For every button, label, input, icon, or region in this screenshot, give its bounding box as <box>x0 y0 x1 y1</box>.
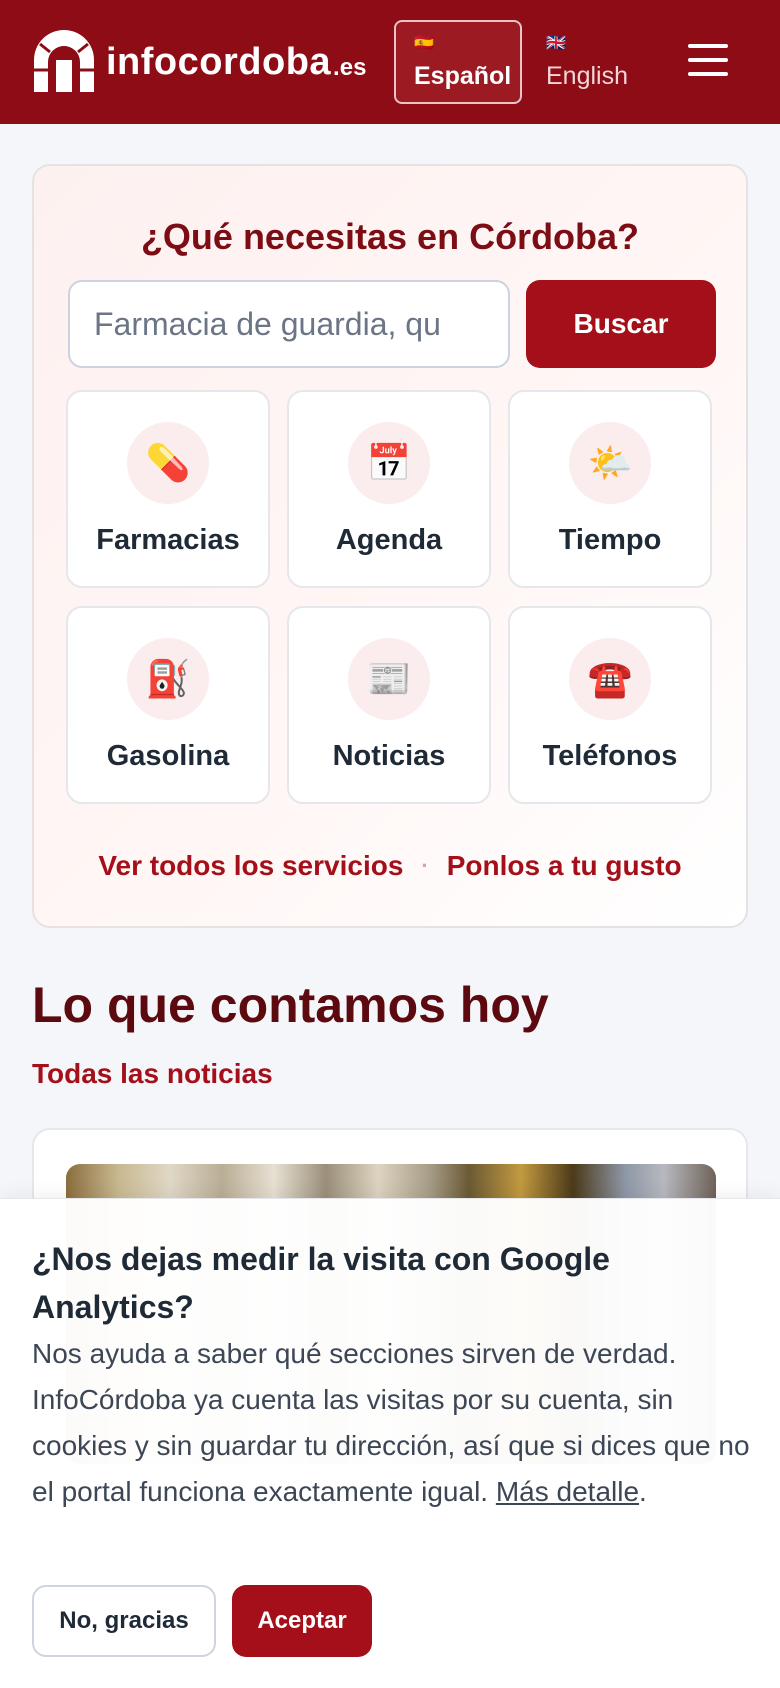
telephone-icon: ☎️ <box>569 638 651 720</box>
tile-telefonos[interactable]: ☎️ Teléfonos <box>508 606 712 804</box>
weather-icon: 🌤️ <box>569 422 651 504</box>
site-logo[interactable]: infocordoba .es <box>30 30 366 94</box>
language-label: English <box>546 61 628 90</box>
services-card: ¿Qué necesitas en Córdoba? Buscar 💊 Farm… <box>32 164 748 928</box>
tile-label: Farmacias <box>96 524 240 556</box>
customize-services-link[interactable]: Ponlos a tu gusto <box>447 850 682 882</box>
calendar-icon: 📅 <box>348 422 430 504</box>
decline-analytics-button[interactable]: No, gracias <box>32 1585 216 1657</box>
all-services-link[interactable]: Ver todos los servicios <box>98 850 403 882</box>
tile-gasolina[interactable]: ⛽ Gasolina <box>66 606 270 804</box>
fuel-pump-icon: ⛽ <box>127 638 209 720</box>
menu-bar <box>688 58 728 62</box>
services-links: Ver todos los servicios · Ponlos a tu gu… <box>34 850 746 882</box>
tile-agenda[interactable]: 📅 Agenda <box>287 390 491 588</box>
all-news-link[interactable]: Todas las noticias <box>32 1058 273 1090</box>
uk-flag-icon: 🇬🇧 <box>546 34 566 52</box>
menu-bar <box>688 44 728 48</box>
tile-label: Teléfonos <box>542 740 678 772</box>
cookie-consent-banner: ¿Nos dejas medir la visita con Google An… <box>0 1198 780 1688</box>
tile-noticias[interactable]: 📰 Noticias <box>287 606 491 804</box>
news-section-title: Lo que contamos hoy <box>32 977 549 1033</box>
cookie-description: Nos ayuda a saber qué secciones sirven d… <box>32 1331 752 1515</box>
logo-arch-icon <box>34 30 94 92</box>
top-header: infocordoba .es 🇪🇸 Español 🇬🇧 English <box>0 0 780 124</box>
language-spanish-button[interactable]: 🇪🇸 Español <box>394 20 522 104</box>
more-detail-link[interactable]: Más detalle <box>496 1476 639 1507</box>
spain-flag-icon: 🇪🇸 <box>414 34 434 52</box>
tile-tiempo[interactable]: 🌤️ Tiempo <box>508 390 712 588</box>
pill-icon: 💊 <box>127 422 209 504</box>
cookie-text-end: . <box>639 1476 647 1507</box>
search-button[interactable]: Buscar <box>526 280 716 368</box>
link-separator: · <box>421 853 429 878</box>
logo-text: infocordoba <box>106 40 332 83</box>
language-label: Español <box>414 61 512 90</box>
accept-analytics-button[interactable]: Aceptar <box>232 1585 372 1657</box>
tile-label: Agenda <box>335 524 443 556</box>
menu-bar <box>688 72 728 76</box>
hamburger-menu-icon[interactable] <box>688 44 728 76</box>
logo-tld: .es <box>333 54 367 81</box>
tile-label: Gasolina <box>106 740 230 772</box>
search-input[interactable] <box>68 280 510 368</box>
services-title: ¿Qué necesitas en Córdoba? <box>140 216 640 257</box>
tile-label: Tiempo <box>558 524 662 556</box>
newspaper-icon: 📰 <box>348 638 430 720</box>
language-english-button[interactable]: 🇬🇧 English <box>528 20 656 104</box>
cookie-title: ¿Nos dejas medir la visita con Google An… <box>32 1241 610 1325</box>
tile-label: Noticias <box>332 740 446 772</box>
tile-farmacias[interactable]: 💊 Farmacias <box>66 390 270 588</box>
